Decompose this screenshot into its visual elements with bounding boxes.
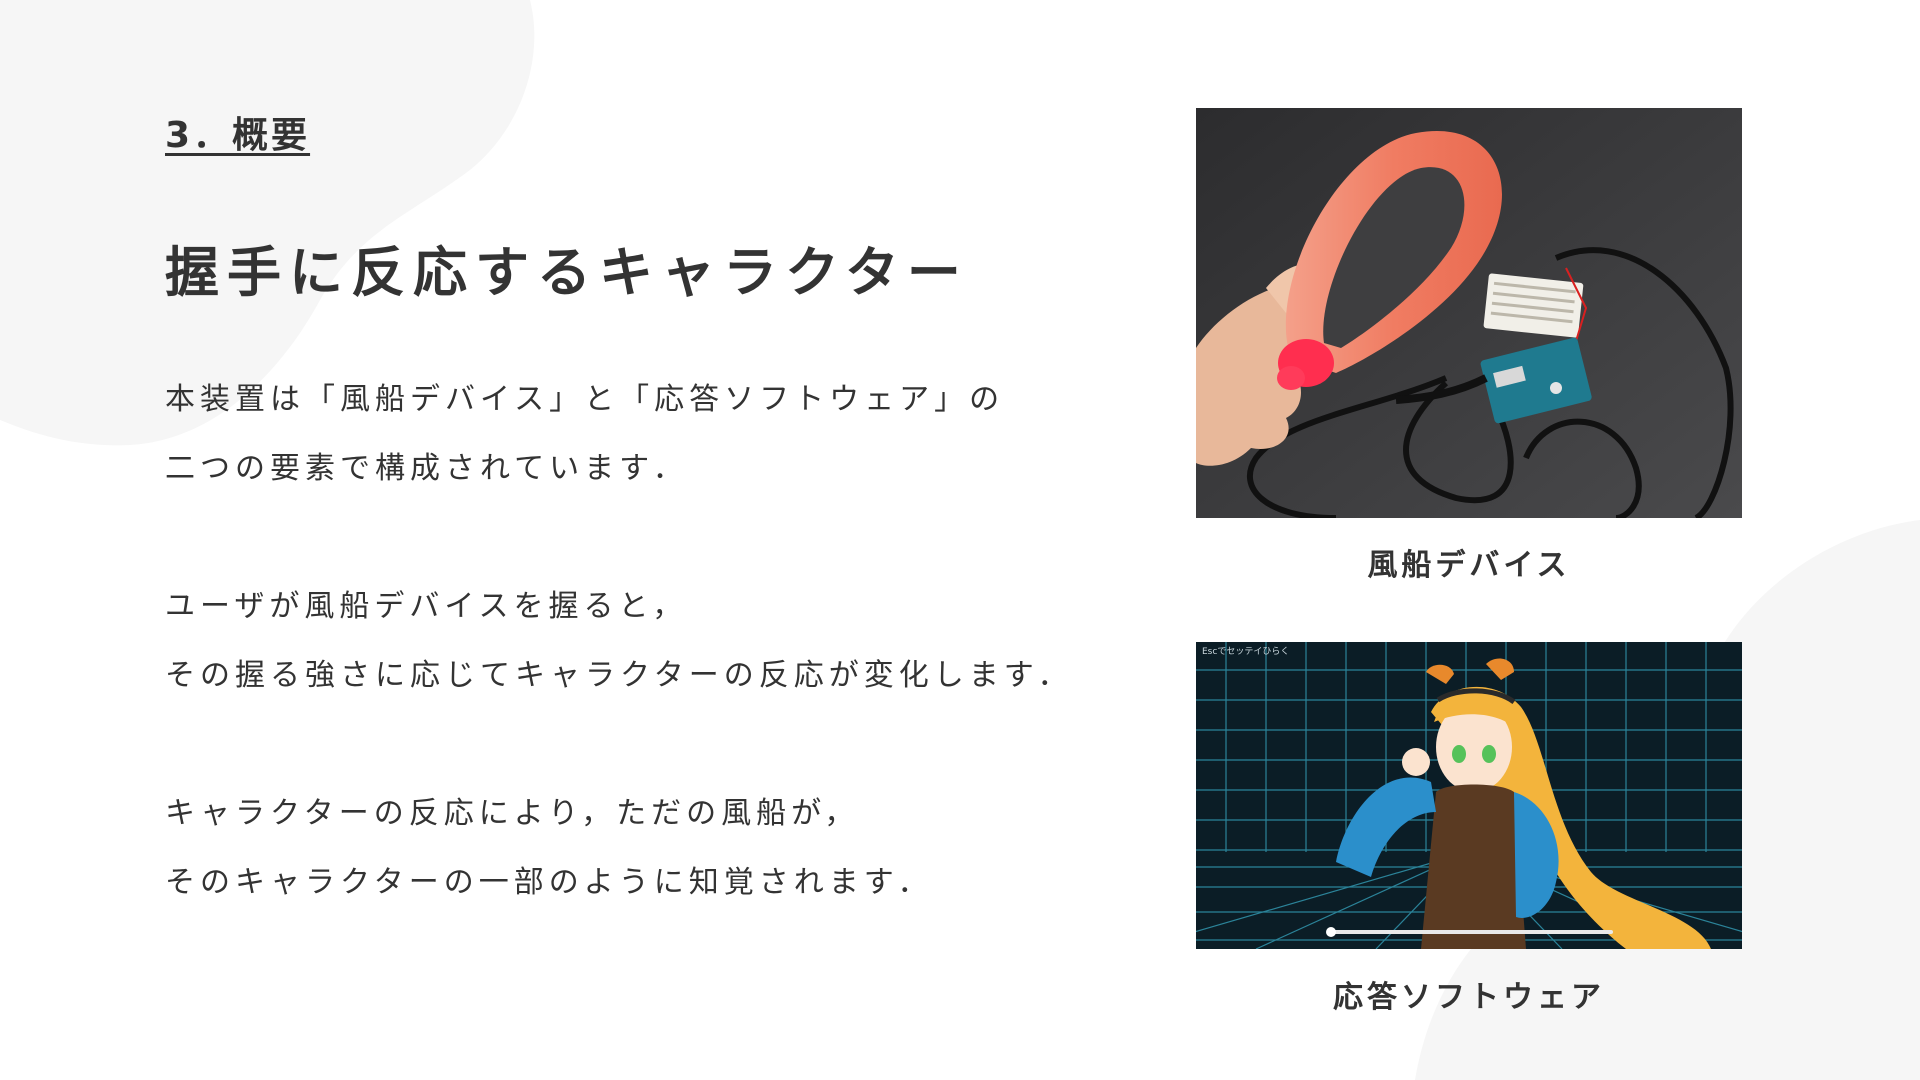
body-line: そのキャラクターの一部のように知覚されます．: [165, 865, 933, 900]
device-caption: 風船デバイス: [1367, 548, 1571, 583]
body-line: その握る強さに応じてキャラクターの反応が変化します．: [165, 658, 1073, 693]
body-line: キャラクターの反応により，ただの風船が，: [165, 796, 860, 831]
body-text: 本装置は「風船デバイス」と「応答ソフトウェア」の 二つの要素で構成されています．…: [165, 365, 1115, 986]
body-line: 本装置は「風船デバイス」と「応答ソフトウェア」の: [165, 382, 1005, 417]
balloon-device-photo: [1196, 108, 1742, 518]
body-line: 二つの要素で構成されています．: [165, 451, 688, 486]
section-label: 3．概要: [165, 115, 311, 156]
paragraph-composition: 本装置は「風船デバイス」と「応答ソフトウェア」の 二つの要素で構成されています．: [165, 365, 1115, 503]
paragraph-interaction: ユーザが風船デバイスを握ると， その握る強さに応じてキャラクターの反応が変化しま…: [165, 572, 1115, 710]
paragraph-perception: キャラクターの反応により，ただの風船が， そのキャラクターの一部のように知覚され…: [165, 779, 1115, 917]
software-hud-hint: Escでセッテイひらく: [1202, 647, 1290, 657]
page-title: 握手に反応するキャラクター: [165, 241, 969, 304]
body-line: ユーザが風船デバイスを握ると，: [165, 589, 688, 624]
software-caption: 応答ソフトウェア: [1333, 980, 1605, 1015]
response-software-screenshot: Escでセッテイひらく: [1196, 642, 1742, 949]
